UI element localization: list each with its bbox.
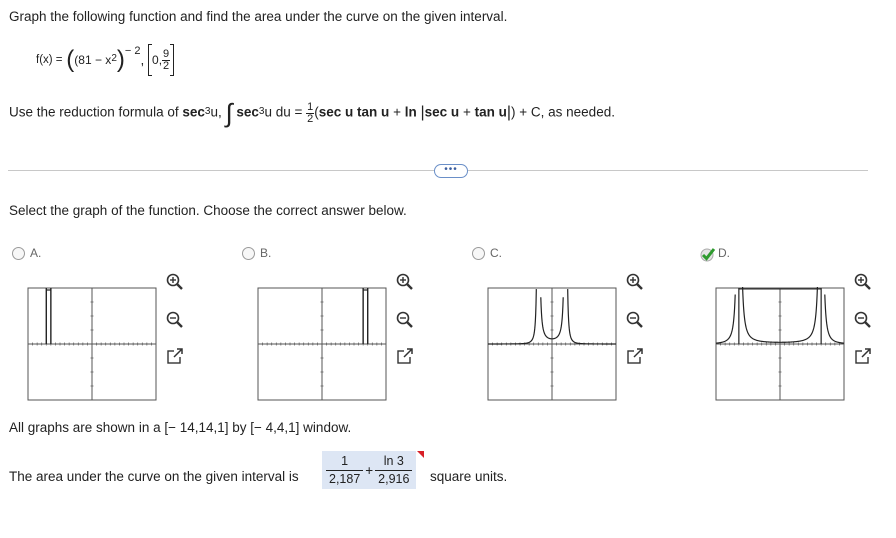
option-label: C.	[490, 246, 502, 260]
zoom-out-icon[interactable]	[165, 310, 185, 330]
close-paren: )	[116, 46, 125, 73]
window-note: All graphs are shown in a [− 14,14,1] by…	[9, 420, 352, 435]
zoom-out-icon[interactable]	[625, 310, 645, 330]
pop-out-icon[interactable]	[625, 346, 645, 366]
zoom-out-icon[interactable]	[395, 310, 415, 330]
option-c-radio[interactable]	[472, 247, 485, 260]
function-expression: f(x) = ((81 − x2)− 2, 0, 9 2	[36, 44, 175, 76]
option-b-radio[interactable]	[242, 247, 255, 260]
zoom-in-icon[interactable]	[853, 272, 873, 292]
reduction-hint: Use the reduction formula of sec3u, ∫ se…	[9, 98, 615, 128]
error-flag-icon	[417, 451, 424, 458]
pop-out-icon[interactable]	[165, 346, 185, 366]
prompt-text: Select the graph of the function. Choose…	[9, 203, 407, 218]
option-label: D.	[718, 246, 730, 260]
option-label: A.	[30, 246, 42, 260]
graph-option-b[interactable]	[257, 287, 387, 401]
pop-out-icon[interactable]	[395, 346, 415, 366]
integral-sign: ∫	[225, 98, 233, 128]
more-button[interactable]: •••	[434, 164, 468, 178]
interval-bracket-right	[170, 44, 175, 76]
instruction-text: Graph the following function and find th…	[9, 9, 508, 24]
option-label: B.	[260, 246, 272, 260]
graph-option-c[interactable]	[487, 287, 617, 401]
zoom-in-icon[interactable]	[625, 272, 645, 292]
zoom-in-icon[interactable]	[395, 272, 415, 292]
option-a-radio[interactable]	[12, 247, 25, 260]
area-suffix: square units.	[430, 469, 508, 484]
option-d-radio[interactable]	[700, 247, 716, 266]
zoom-out-icon[interactable]	[853, 310, 873, 330]
graph-option-d[interactable]	[715, 287, 845, 401]
graph-option-a[interactable]	[27, 287, 157, 401]
area-answer-box[interactable]: 1 2,187 + ln 3 2,916	[322, 451, 417, 489]
zoom-in-icon[interactable]	[165, 272, 185, 292]
area-prefix: The area under the curve on the given in…	[9, 469, 299, 484]
pop-out-icon[interactable]	[853, 346, 873, 366]
